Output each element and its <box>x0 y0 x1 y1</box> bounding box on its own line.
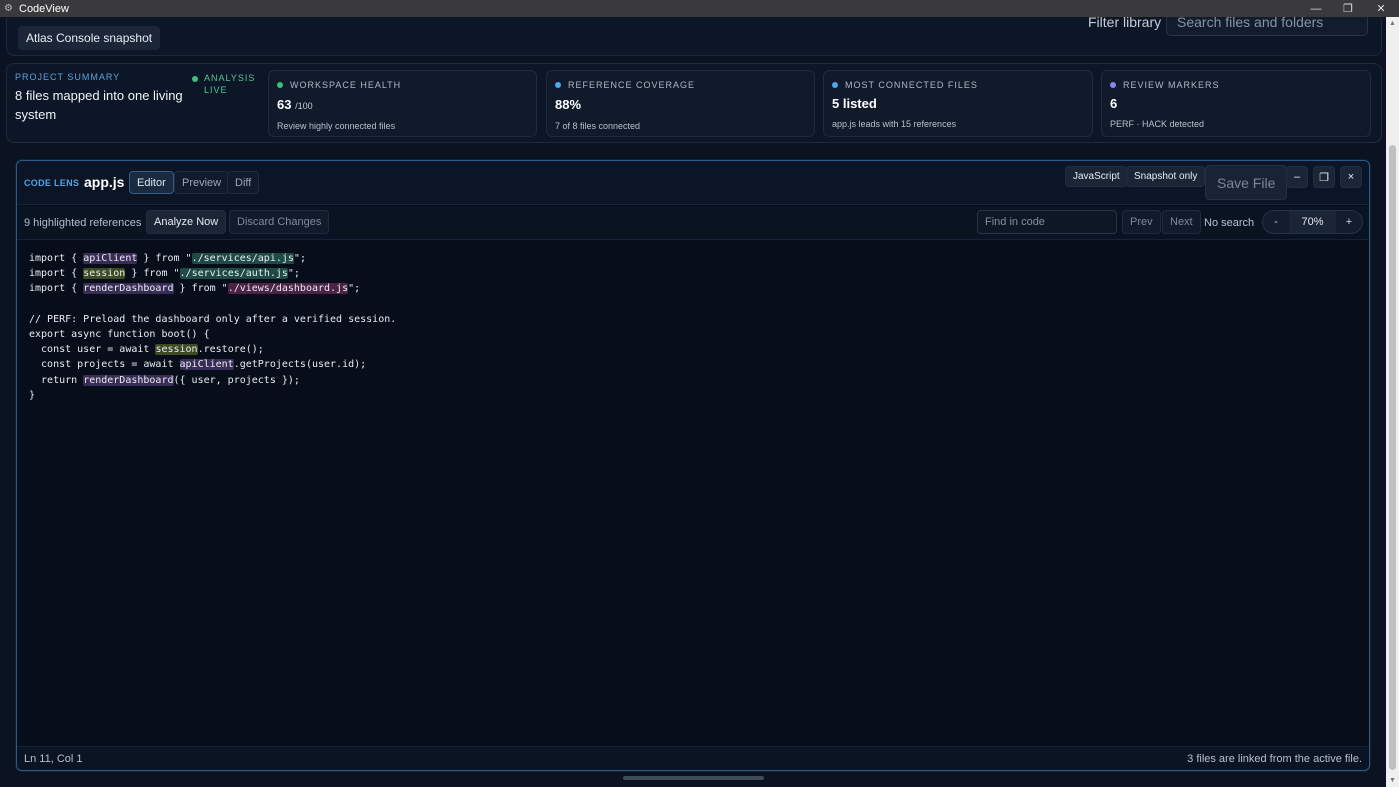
status-dot-icon <box>832 82 838 88</box>
window-restore-icon[interactable]: ❐ <box>1332 0 1364 17</box>
highlighted-references-count: 9 highlighted references <box>24 217 142 229</box>
code-line: import { session } from "./services/auth… <box>29 268 300 280</box>
search-status: No search <box>1204 217 1255 229</box>
horizontal-scrollbar-thumb[interactable] <box>623 776 764 780</box>
discard-changes-button[interactable]: Discard Changes <box>229 210 330 234</box>
code-line: } <box>29 389 36 401</box>
code-line: const projects = await apiClient.getProj… <box>29 359 367 371</box>
cursor-position: Ln 11, Col 1 <box>24 753 83 765</box>
stat-card-value: 63 <box>277 97 292 112</box>
status-dot-icon <box>555 82 561 88</box>
window-close-icon[interactable]: ✕ <box>1365 0 1397 17</box>
stat-card-value: 6 <box>1110 96 1118 111</box>
status-dot-icon <box>1110 82 1116 88</box>
stat-card-most-connected-files: MOST CONNECTED FILES 5 listed app.js lea… <box>823 70 1093 137</box>
snapshot-only-badge[interactable]: Snapshot only <box>1126 166 1206 187</box>
stat-card-value: 88% <box>555 97 582 112</box>
scroll-up-arrow-icon[interactable]: ▲ <box>1388 19 1397 28</box>
stat-card-workspace-health: WORKSPACE HEALTH 63 /100 Review highly c… <box>268 70 537 137</box>
zoom-control: - 70% + <box>1262 210 1363 234</box>
zoom-level: 70% <box>1289 211 1336 233</box>
live-status-dot-icon <box>192 76 198 82</box>
vertical-scrollbar[interactable]: ▲ ▼ <box>1386 17 1399 787</box>
panel-restore-icon[interactable]: ❐ <box>1313 166 1335 188</box>
code-lens-toolbar: CODE LENS app.js Editor Preview Diff Jav… <box>17 161 1369 205</box>
tab-editor[interactable]: Editor <box>129 171 174 194</box>
status-dot-icon <box>277 82 283 88</box>
stat-card-sub: app.js leads with 15 references <box>832 119 957 129</box>
language-badge[interactable]: JavaScript <box>1065 166 1128 187</box>
tab-diff[interactable]: Diff <box>227 171 260 194</box>
vertical-scrollbar-thumb[interactable] <box>1389 145 1396 770</box>
project-summary-eyebrow: PROJECT SUMMARY <box>15 72 121 82</box>
code-reference-highlight[interactable]: renderDashboard <box>83 374 174 386</box>
project-summary-title: 8 files mapped into one living system <box>15 88 183 122</box>
code-editor[interactable]: import { apiClient } from "./services/ap… <box>29 251 396 403</box>
active-file-name: app.js <box>84 174 125 190</box>
window-minimize-icon[interactable]: — <box>1300 0 1332 17</box>
code-lens-panel: CODE LENS app.js Editor Preview Diff Jav… <box>16 160 1370 771</box>
stat-card-sub: PERF · HACK detected <box>1110 119 1205 129</box>
code-lens-label: CODE LENS <box>24 178 80 188</box>
stat-card-review-markers: REVIEW MARKERS 6 PERF · HACK detected <box>1101 70 1371 137</box>
panel-close-icon[interactable]: × <box>1340 166 1362 188</box>
stat-card-label: REFERENCE COVERAGE <box>568 80 696 90</box>
stat-card-sub: Review highly connected files <box>277 121 396 131</box>
analysis-live-badge: ANALYSIS LIVE <box>192 72 256 96</box>
code-reference-highlight[interactable]: session <box>83 268 126 280</box>
code-line: return renderDashboard({ user, projects … <box>29 374 300 386</box>
find-in-code-input[interactable] <box>977 210 1117 234</box>
code-path-highlight[interactable]: ./views/dashboard.js <box>227 283 349 295</box>
code-line: const user = await session.restore(); <box>29 344 264 356</box>
code-lens-subbar: 9 highlighted references Analyze Now Dis… <box>17 206 1369 240</box>
analyze-now-button[interactable]: Analyze Now <box>146 210 227 234</box>
window-title: CodeView <box>19 2 69 15</box>
stat-card-label: REVIEW MARKERS <box>1123 80 1220 90</box>
zoom-in-button[interactable]: + <box>1336 216 1362 228</box>
stat-card-reference-coverage: REFERENCE COVERAGE 88% 7 of 8 files conn… <box>546 70 815 137</box>
code-line: // PERF: Preload the dashboard only afte… <box>29 313 397 325</box>
stat-card-sub: 7 of 8 files connected <box>555 121 641 131</box>
code-reference-highlight[interactable]: renderDashboard <box>83 283 174 295</box>
find-next-button[interactable]: Next <box>1162 210 1201 234</box>
code-reference-highlight[interactable]: session <box>155 344 198 356</box>
stat-card-label: MOST CONNECTED FILES <box>845 80 978 90</box>
window-titlebar: ⚙ CodeView — ❐ ✕ <box>0 0 1399 17</box>
save-file-button[interactable]: Save File <box>1205 165 1288 200</box>
code-reference-highlight[interactable]: apiClient <box>83 253 138 264</box>
linked-files-status: 3 files are linked from the active file. <box>1187 753 1362 765</box>
stat-card-label: WORKSPACE HEALTH <box>290 80 402 90</box>
tab-preview[interactable]: Preview <box>174 171 230 194</box>
stat-card-unit: /100 <box>295 101 313 111</box>
scroll-down-arrow-icon[interactable]: ▼ <box>1388 776 1397 785</box>
code-line: import { apiClient } from "./services/ap… <box>29 253 306 264</box>
zoom-out-button[interactable]: - <box>1263 216 1289 228</box>
panel-minimize-icon[interactable]: – <box>1286 166 1308 188</box>
snapshot-chip[interactable]: Atlas Console snapshot <box>18 26 161 50</box>
find-prev-button[interactable]: Prev <box>1122 210 1161 234</box>
filter-library-label: Filter library <box>1088 17 1162 30</box>
analysis-live-text: ANALYSIS LIVE <box>204 73 256 95</box>
library-search-input[interactable] <box>1166 17 1368 36</box>
code-path-highlight[interactable]: ./services/api.js <box>191 253 294 264</box>
app-gear-icon: ⚙ <box>4 2 13 14</box>
stat-card-value: 5 listed <box>832 96 877 111</box>
app-content: Atlas Console snapshot Filter library PR… <box>0 17 1386 787</box>
code-line: export async function boot() { <box>29 328 210 340</box>
code-line: import { renderDashboard } from "./views… <box>29 283 361 295</box>
code-reference-highlight[interactable]: apiClient <box>179 359 234 371</box>
editor-statusbar: Ln 11, Col 1 3 files are linked from the… <box>17 746 1369 770</box>
code-path-highlight[interactable]: ./services/auth.js <box>179 268 288 280</box>
project-summary: PROJECT SUMMARY 8 files mapped into one … <box>15 72 195 124</box>
